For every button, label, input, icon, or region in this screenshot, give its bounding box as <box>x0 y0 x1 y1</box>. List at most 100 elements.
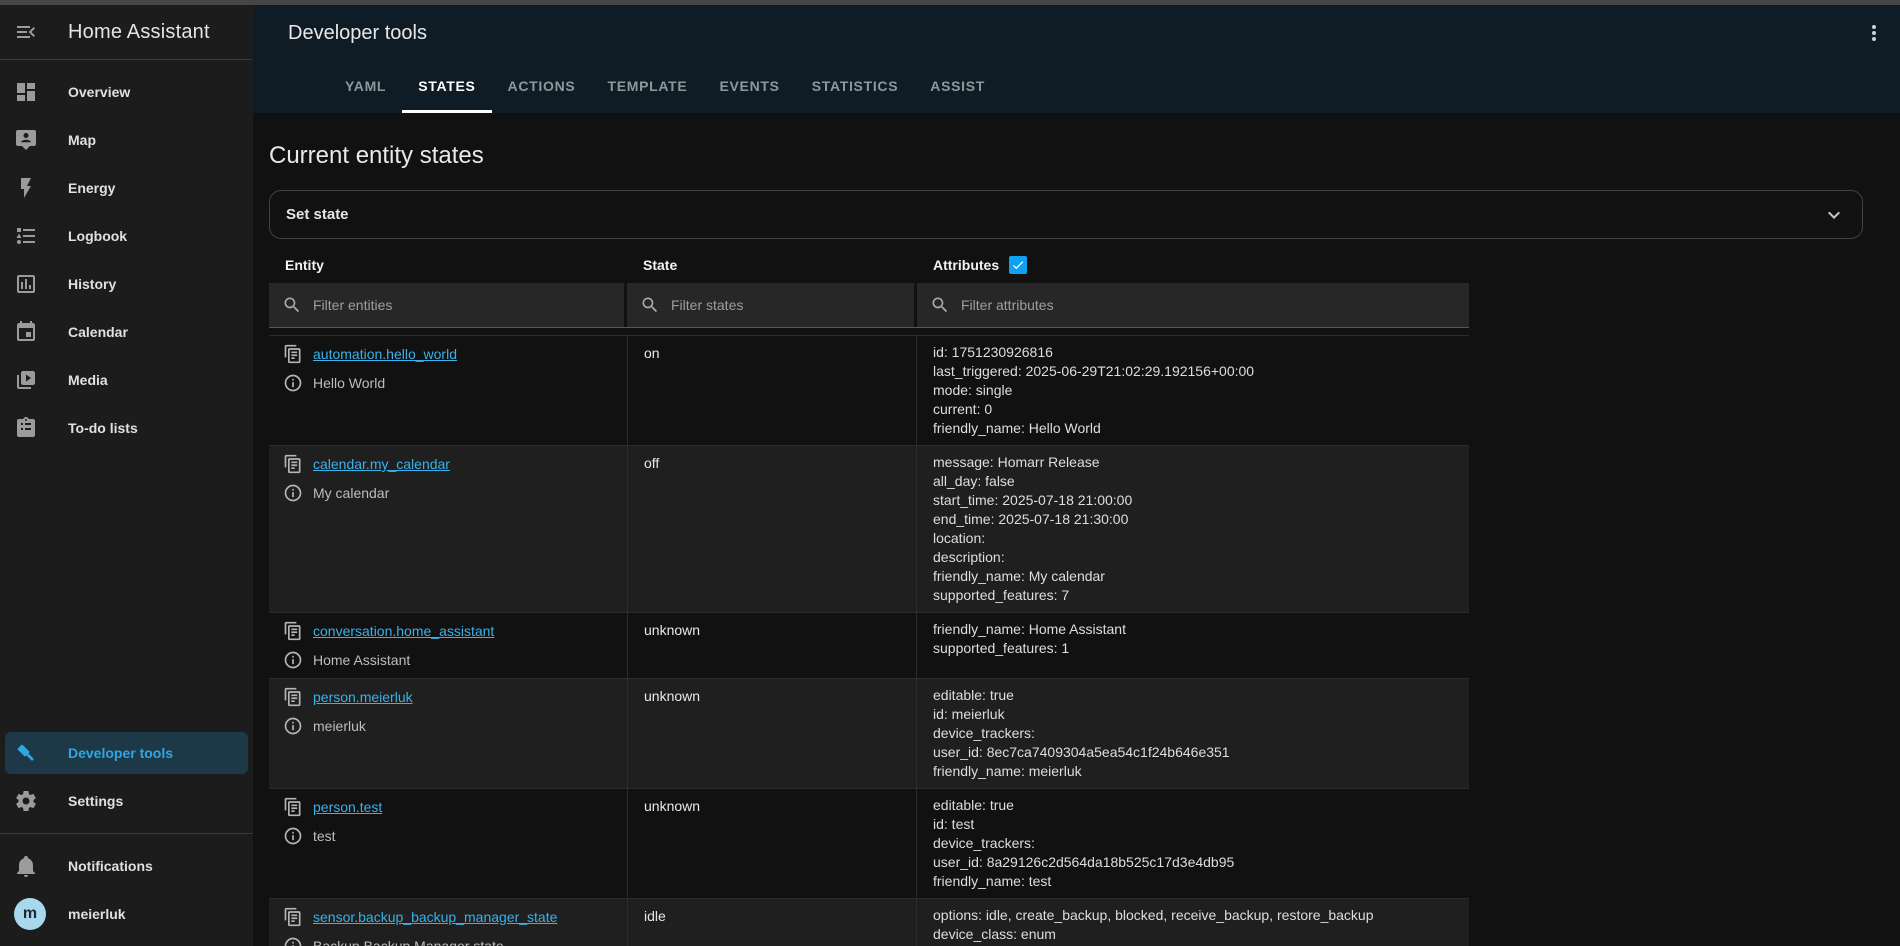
table-row: person.test test unknown editable: true … <box>269 788 1469 898</box>
tab-states[interactable]: STATES <box>402 61 491 113</box>
sidebar-bottom: Developer tools Settings Notifications m… <box>0 729 253 946</box>
sidebar-item-label: Map <box>68 132 96 148</box>
attribute-line: location: <box>933 529 1453 548</box>
dots-vertical-icon <box>1862 21 1886 45</box>
set-state-expander[interactable]: Set state <box>269 190 1863 239</box>
overflow-menu-button[interactable] <box>1862 21 1886 45</box>
filter-entities-input[interactable] <box>313 297 611 313</box>
table-row: conversation.home_assistant Home Assista… <box>269 612 1469 678</box>
entity-state: unknown <box>627 679 917 788</box>
copy-entity-id-button[interactable] <box>283 907 303 927</box>
chart-box-icon <box>14 272 38 296</box>
column-header-attributes: Attributes <box>917 256 1469 274</box>
copy-entity-id-button[interactable] <box>283 621 303 641</box>
entity-link[interactable]: calendar.my_calendar <box>313 456 450 472</box>
entity-state: off <box>627 446 917 612</box>
entity-link[interactable]: person.test <box>313 799 382 815</box>
entity-link[interactable]: person.meierluk <box>313 689 413 705</box>
tab-actions[interactable]: ACTIONS <box>492 61 592 113</box>
entity-info-button[interactable] <box>283 373 303 393</box>
entity-friendly-name: meierluk <box>313 718 366 734</box>
attribute-line: message: Homarr Release <box>933 453 1453 472</box>
sidebar-item-label: Logbook <box>68 228 127 244</box>
sidebar-header: Home Assistant <box>0 5 253 60</box>
filter-states-input[interactable] <box>671 297 901 313</box>
header-top: Developer tools <box>253 5 1900 61</box>
entity-state: unknown <box>627 613 917 678</box>
entity-friendly-name: test <box>313 828 336 844</box>
sidebar-item-logbook[interactable]: Logbook <box>0 212 253 260</box>
tab-yaml[interactable]: YAML <box>329 61 402 113</box>
column-header-entity-label: Entity <box>285 257 324 273</box>
entity-link[interactable]: conversation.home_assistant <box>313 623 494 639</box>
entity-info-button[interactable] <box>283 483 303 503</box>
entity-friendly-name: My calendar <box>313 485 389 501</box>
entity-line: person.meierluk <box>283 687 619 707</box>
copy-entity-id-button[interactable] <box>283 454 303 474</box>
copy-entity-id-button[interactable] <box>283 687 303 707</box>
sidebar-item-history[interactable]: History <box>0 260 253 308</box>
entity-info-button[interactable] <box>283 716 303 736</box>
sidebar-item-label: Calendar <box>68 324 128 340</box>
entity-name-line: Backup Backup Manager state <box>283 936 619 946</box>
attributes-checkbox[interactable] <box>1009 256 1027 274</box>
attribute-line: user_id: 8ec7ca7409304a5ea54c1f24b646e35… <box>933 743 1453 762</box>
sidebar-user[interactable]: m meierluk <box>0 890 253 938</box>
entity-info-button[interactable] <box>283 826 303 846</box>
play-box-icon <box>14 368 38 392</box>
attribute-line: friendly_name: Home Assistant <box>933 620 1453 639</box>
table-header-row: Entity State Attributes <box>269 256 1469 283</box>
copy-entity-id-button[interactable] <box>283 797 303 817</box>
entity-info-button[interactable] <box>283 650 303 670</box>
entity-attributes: message: Homarr Release all_day: false s… <box>917 446 1469 612</box>
tab-assist[interactable]: ASSIST <box>914 61 1001 113</box>
entity-attributes: friendly_name: Home Assistant supported_… <box>917 613 1469 678</box>
attribute-line: device_trackers: <box>933 834 1453 853</box>
logbook-list-icon <box>14 224 38 248</box>
attribute-line: start_time: 2025-07-18 21:00:00 <box>933 491 1453 510</box>
entity-link[interactable]: sensor.backup_backup_manager_state <box>313 909 557 925</box>
sidebar-nav: Overview Map Energy Logbook <box>0 60 253 452</box>
entity-state: idle <box>627 899 917 946</box>
entity-info-button[interactable] <box>283 936 303 946</box>
page-header: Developer tools YAML STATES ACTIONS TEMP… <box>253 5 1900 113</box>
sidebar-item-energy[interactable]: Energy <box>0 164 253 212</box>
sidebar-item-media[interactable]: Media <box>0 356 253 404</box>
attribute-line: friendly_name: Hello World <box>933 419 1453 438</box>
entity-cell: person.test test <box>269 789 627 898</box>
sidebar-item-map[interactable]: Map <box>0 116 253 164</box>
column-header-state-label: State <box>643 257 677 273</box>
lightning-bolt-icon <box>14 176 38 200</box>
attribute-line: id: test <box>933 815 1453 834</box>
search-icon <box>282 295 302 315</box>
sidebar-item-calendar[interactable]: Calendar <box>0 308 253 356</box>
entity-link[interactable]: automation.hello_world <box>313 346 457 362</box>
search-icon <box>930 295 950 315</box>
bell-icon <box>14 854 38 878</box>
sidebar-item-label: Developer tools <box>68 745 173 761</box>
tab-events[interactable]: EVENTS <box>703 61 795 113</box>
app-title: Home Assistant <box>68 21 210 44</box>
sidebar-item-notifications[interactable]: Notifications <box>0 842 253 890</box>
filter-attributes-input[interactable] <box>961 297 1456 313</box>
copy-entity-id-button[interactable] <box>283 344 303 364</box>
sidebar-item-developer-tools[interactable]: Developer tools <box>5 732 248 774</box>
attribute-line: device_class: enum <box>933 925 1453 944</box>
entity-line: person.test <box>283 797 619 817</box>
sidebar-divider <box>0 833 253 834</box>
page-title: Developer tools <box>288 22 427 45</box>
sidebar-toggle-button[interactable] <box>14 20 38 44</box>
entity-line: sensor.backup_backup_manager_state <box>283 907 619 927</box>
sidebar-item-todo-lists[interactable]: To-do lists <box>0 404 253 452</box>
entity-table: Entity State Attributes <box>269 256 1469 946</box>
entity-cell: calendar.my_calendar My calendar <box>269 446 627 612</box>
tab-template[interactable]: TEMPLATE <box>591 61 703 113</box>
sidebar-item-label: To-do lists <box>68 420 138 436</box>
entity-attributes: editable: true id: test device_trackers:… <box>917 789 1469 898</box>
chevron-down-icon <box>1822 203 1846 227</box>
tab-statistics[interactable]: STATISTICS <box>796 61 915 113</box>
attribute-line: friendly_name: meierluk <box>933 762 1453 781</box>
sidebar-item-settings[interactable]: Settings <box>0 777 253 825</box>
entity-name-line: meierluk <box>283 716 619 736</box>
sidebar-item-overview[interactable]: Overview <box>0 68 253 116</box>
